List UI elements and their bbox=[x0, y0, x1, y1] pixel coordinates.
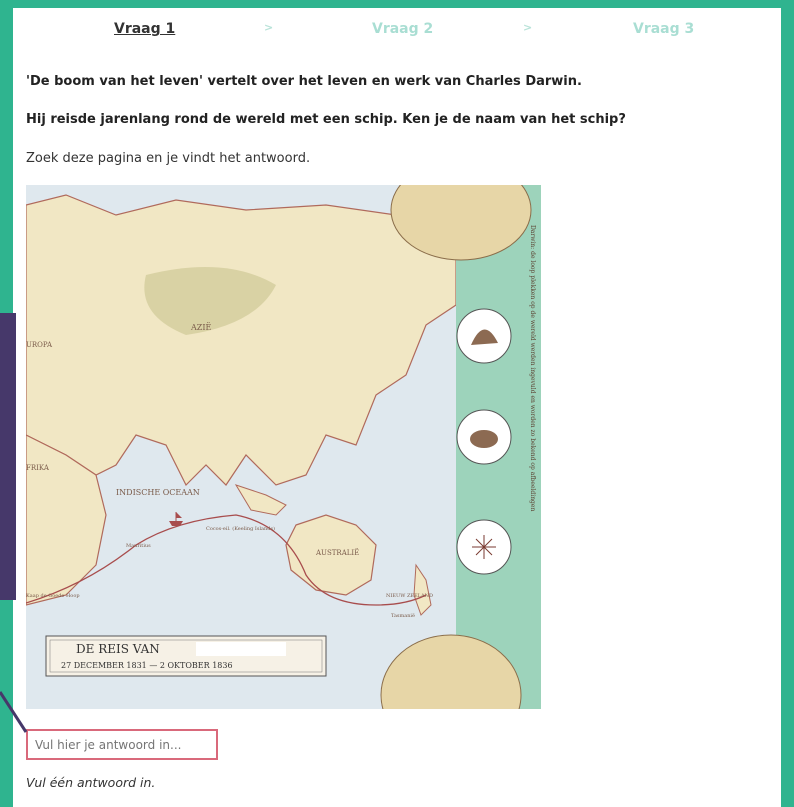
map-label-kaap: Kaap de Goede Hoop bbox=[26, 593, 80, 599]
step-separator: > bbox=[264, 21, 274, 34]
question-panel: Vraag 1 > Vraag 2 > Vraag 3 'De boom van… bbox=[13, 8, 781, 807]
map-label-nz: NIEUW ZEELAND bbox=[386, 593, 433, 599]
overlay-panel bbox=[0, 313, 16, 600]
question-text-2: Hij reisde jarenlang rond de wereld met … bbox=[26, 112, 626, 127]
map-label-cocos: Cocos-eil. (Keeling Islands) bbox=[206, 525, 275, 532]
question-steps: Vraag 1 > Vraag 2 > Vraag 3 bbox=[13, 21, 781, 45]
map-label-australie: AUSTRALIË bbox=[315, 548, 359, 557]
callout-pointer bbox=[0, 691, 28, 733]
answer-hint: Vul één antwoord in. bbox=[26, 775, 156, 790]
question-text-1: 'De boom van het leven' vertelt over het… bbox=[26, 74, 582, 89]
map-dates: 27 DECEMBER 1831 — 2 OKTOBER 1836 bbox=[61, 661, 233, 670]
answer-input[interactable] bbox=[26, 729, 218, 760]
map-label-tasmanie: Tasmanië bbox=[391, 613, 415, 619]
map-label-ocean: INDISCHE OCEAAN bbox=[116, 488, 200, 497]
map-label-mauritius: Mauritius bbox=[126, 543, 151, 549]
map-title: DE REIS VAN bbox=[76, 642, 160, 656]
map-label-azie: AZIË bbox=[190, 323, 211, 332]
tab-vraag-3[interactable]: Vraag 3 bbox=[633, 21, 694, 37]
map-label-europa: UROPA bbox=[26, 341, 53, 349]
tab-vraag-1[interactable]: Vraag 1 bbox=[114, 21, 175, 37]
question-intro: Zoek deze pagina en je vindt het antwoor… bbox=[26, 151, 311, 166]
map-border-text: Darwin: de loop plekken op de wereld wer… bbox=[529, 225, 536, 511]
tab-vraag-2[interactable]: Vraag 2 bbox=[372, 21, 433, 37]
voyage-map-image: AZIË UROPA FRIKA INDISCHE OCEAAN AUSTRAL… bbox=[26, 185, 541, 709]
step-separator: > bbox=[523, 21, 533, 34]
map-label-afrika: FRIKA bbox=[26, 464, 50, 472]
